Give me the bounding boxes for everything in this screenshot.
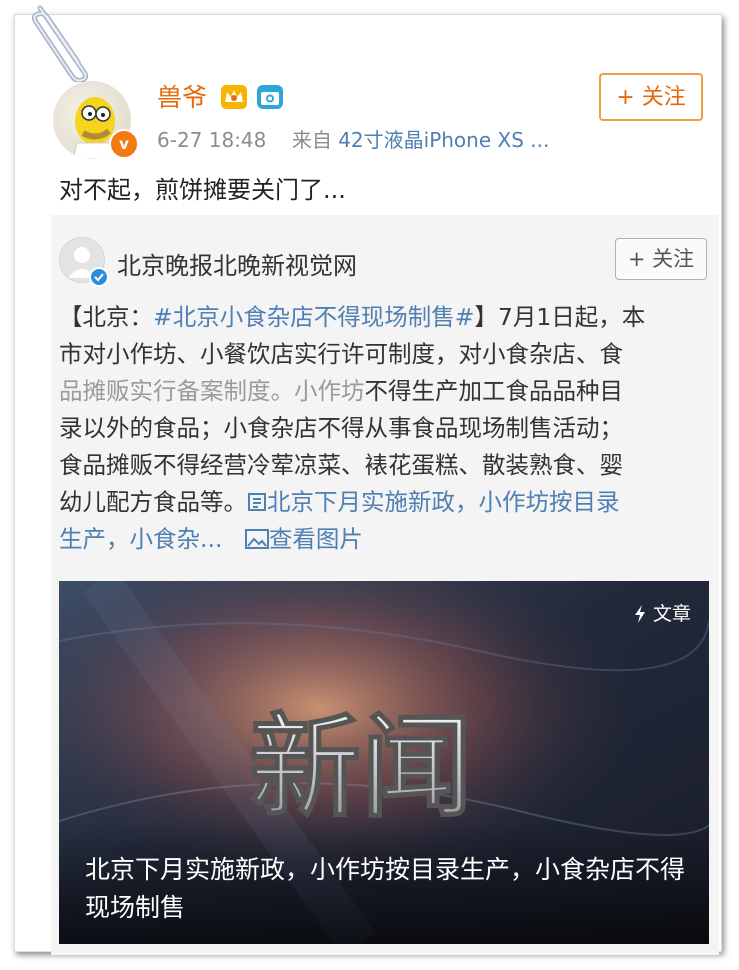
post-source[interactable]: 42寸液晶iPhone XS ... [338, 128, 549, 152]
body-line: 生产，小食杂... 查看图片 [59, 521, 709, 558]
article-label: 文章 [633, 599, 691, 626]
repost-follow-button[interactable]: + 关注 [615, 238, 707, 280]
view-images-link[interactable]: 查看图片 [244, 525, 363, 553]
article-link[interactable]: 北京下月实施新政，小作坊按目录 [247, 488, 620, 516]
body-line: 【北京：#北京小食杂店不得现场制售#】7月1日起，本 [59, 303, 646, 331]
repost-author[interactable]: 北京晚报北晚新视觉网 [117, 246, 357, 281]
lightning-icon [633, 603, 653, 625]
post-time: 6-27 18:48 [157, 128, 267, 152]
photo-frame: v 兽爷 6-27 18:48 来自 42寸液晶iPhone XS ... + … [14, 14, 722, 955]
repost-card[interactable]: 北京晚报北晚新视觉网 + 关注 【北京：#北京小食杂店不得现场制售#】7月1日起… [51, 215, 719, 955]
article-link-continued[interactable]: 生产，小食杂... [59, 525, 222, 553]
body-line: 录以外的食品；小食杂店不得从事食品现场制售活动； [59, 414, 623, 442]
article-card[interactable]: 新闻 文章 北京下月实施新政，小作坊按目录生产，小食杂店不得现场制售 [59, 581, 709, 944]
body-line: 市对小作坊、小餐饮店实行许可制度，对小食杂店、食 [59, 340, 623, 368]
body-line: 品摊贩实行备案制度。小作坊不得生产加工食品品种目 [59, 377, 623, 405]
post-header: v 兽爷 6-27 18:48 来自 42寸液晶iPhone XS ... + … [53, 73, 713, 159]
article-caption: 北京下月实施新政，小作坊按目录生产，小食杂店不得现场制售 [85, 855, 686, 922]
post-text: 对不起，煎饼摊要关门了... [59, 176, 346, 204]
crown-badge-icon[interactable] [221, 85, 247, 109]
repost-body: 【北京：#北京小食杂店不得现场制售#】7月1日起，本 市对小作坊、小餐饮店实行许… [59, 299, 709, 558]
body-line: 幼儿配方食品等。 北京下月实施新政，小作坊按目录 [59, 488, 620, 516]
topic-link[interactable]: #北京小食杂店不得现场制售# [153, 303, 474, 331]
article-link-icon [247, 488, 267, 516]
verified-icon [89, 267, 109, 287]
news-image-title: 新闻 [249, 703, 473, 833]
follow-button[interactable]: + 关注 [599, 73, 703, 121]
body-line: 食品摊贩不得经营冷荤凉菜、裱花蛋糕、散装熟食、婴 [59, 451, 623, 479]
source-prefix: 来自 [291, 128, 332, 152]
paperclip-icon [22, 2, 102, 83]
camera-badge-icon[interactable] [257, 85, 283, 109]
username[interactable]: 兽爷 [157, 78, 207, 114]
verified-icon: v [109, 129, 139, 159]
image-icon [244, 525, 269, 553]
post-meta: 6-27 18:48 来自 42寸液晶iPhone XS ... [157, 124, 549, 153]
